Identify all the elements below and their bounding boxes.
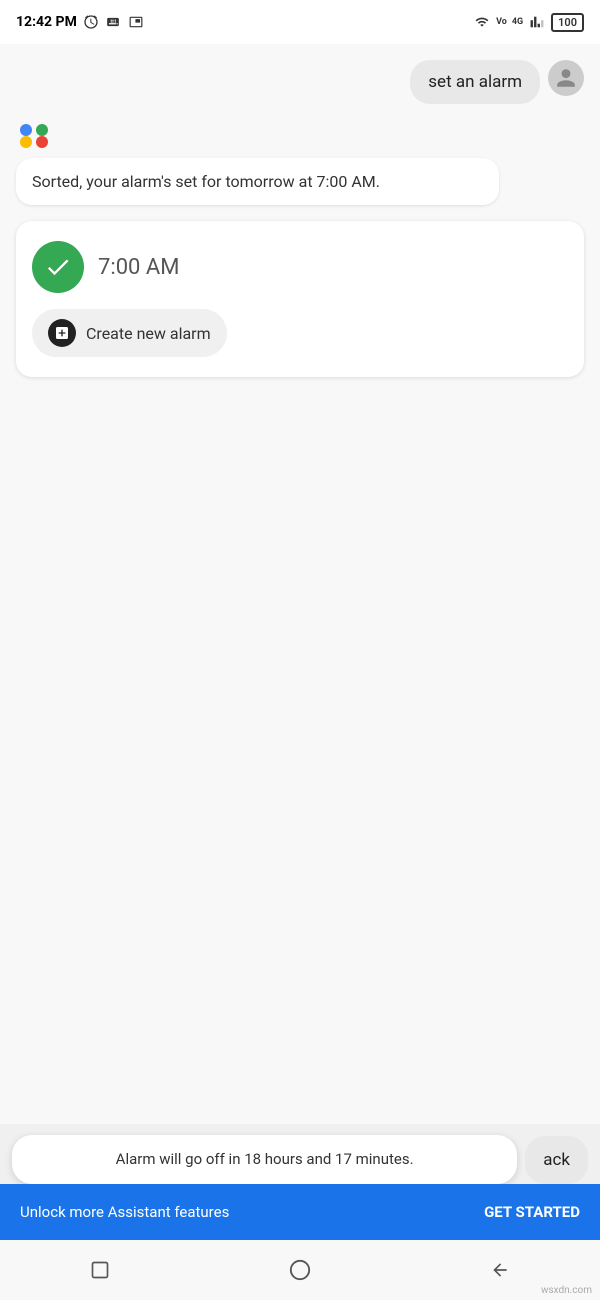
back-icon (490, 1260, 510, 1280)
home-icon (289, 1259, 311, 1281)
volte-icon: Vo (496, 17, 507, 27)
ack-bubble[interactable]: ack (525, 1136, 588, 1184)
alarm-time-row: 7:00 AM (32, 241, 568, 293)
status-bar: 12:42 PM Vo 4G 100 (0, 0, 600, 44)
alarm-notification-text: Alarm will go off in 18 hours and 17 min… (116, 1150, 414, 1168)
alarm-check-icon (32, 241, 84, 293)
unlock-banner[interactable]: Unlock more Assistant features GET START… (0, 1184, 600, 1240)
pip-icon (127, 15, 145, 29)
assistant-bubble: Sorted, your alarm's set for tomorrow at… (16, 158, 499, 205)
status-time: 12:42 PM (16, 14, 77, 30)
create-alarm-button[interactable]: Create new alarm (32, 309, 227, 357)
watermark: wsxdn.com (541, 1285, 592, 1296)
status-left: 12:42 PM (16, 14, 145, 30)
chat-area: set an alarm Sorted, your alarm's set fo… (0, 44, 600, 1124)
user-message-row: set an alarm (16, 60, 584, 104)
4g-icon: 4G (512, 17, 523, 27)
unlock-text: Unlock more Assistant features (20, 1203, 229, 1221)
nav-bar (0, 1240, 600, 1300)
user-message-text: set an alarm (428, 72, 522, 92)
wifi-icon (473, 15, 491, 29)
assistant-response-text: Sorted, your alarm's set for tomorrow at… (32, 172, 380, 191)
back-button[interactable] (480, 1250, 520, 1290)
signal-icon (528, 15, 546, 29)
plus-icon (54, 325, 70, 341)
create-alarm-label: Create new alarm (86, 324, 211, 343)
bottom-notification-area: Alarm will go off in 18 hours and 17 min… (0, 1135, 600, 1184)
recents-icon (90, 1260, 110, 1280)
alarm-plus-icon (48, 319, 76, 347)
get-started-button[interactable]: GET STARTED (484, 1203, 580, 1221)
user-bubble: set an alarm (410, 60, 540, 104)
alarm-time: 7:00 AM (98, 255, 179, 280)
alarm-tooltip: Alarm will go off in 18 hours and 17 min… (12, 1135, 517, 1184)
google-dots-icon (16, 116, 52, 152)
checkmark-icon (44, 253, 72, 281)
battery-indicator: 100 (551, 13, 584, 32)
person-icon (555, 67, 577, 89)
assistant-logo (16, 116, 584, 152)
alarm-icon (83, 14, 99, 30)
home-button[interactable] (280, 1250, 320, 1290)
user-avatar (548, 60, 584, 96)
alarm-card: 7:00 AM Create new alarm (16, 221, 584, 377)
ack-label: ack (543, 1150, 570, 1170)
keyboard-icon (105, 15, 121, 29)
status-right: Vo 4G 100 (473, 13, 584, 32)
recents-button[interactable] (80, 1250, 120, 1290)
